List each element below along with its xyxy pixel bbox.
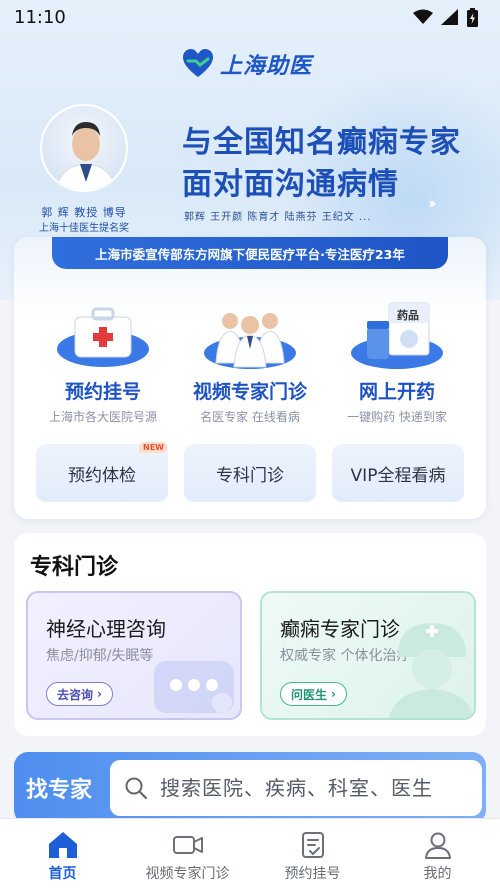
service-video-clinic[interactable]: 视频专家门诊 名医专家 在线看病 [175,299,325,425]
headline-line-2: 面对面沟通病情 [182,167,399,202]
service-online-pharmacy[interactable]: 药品 网上开药 一键购药 快递到家 [322,299,472,425]
chevron-right-icon: › [97,687,102,701]
quick-link-checkup[interactable]: 预约体检 NEW [36,442,168,502]
quick-link-label: VIP全程看病 [350,465,446,486]
tab-label: 我的 [423,866,452,882]
service-appointment[interactable]: 预约挂号 上海市各大医院号源 [28,299,178,425]
doctor-name: 郭 辉 教授 博导 [41,206,127,219]
medicine-box-label: 药品 [397,309,419,322]
chat-bubble-icon [154,661,234,715]
quick-link-label: 专科门诊 [216,465,284,486]
tab-register[interactable]: 预约挂号 [250,819,375,889]
double-chevron-icon: ››› [428,196,437,212]
search-box[interactable] [110,760,482,816]
specialty-card-title: 神经心理咨询 [46,617,166,641]
brand-logo: 上海助医 [182,48,312,80]
specialty-section: 专科门诊 神经心理咨询 焦虑/抑郁/失眠等 去咨询 › 癫痫专家门诊 权威专家 … [14,533,486,736]
brand-name: 上海助医 [220,54,313,79]
find-expert-label: 找专家 [26,778,93,803]
wifi-icon [413,9,433,24]
specialty-card-neuro-psych[interactable]: 神经心理咨询 焦虑/抑郁/失眠等 去咨询 › [26,591,242,720]
specialty-card-epilepsy[interactable]: 癫痫专家门诊 权威专家 个体化治疗 问医生 › [260,591,476,720]
hero-headline: 与全国知名癫痫专家 面对面沟通病情 [182,122,461,206]
service-subtitle: 名医专家 在线看病 [200,410,300,424]
specialty-card-subtitle: 焦虑/抑郁/失眠等 [46,648,154,664]
status-bar: 11:10 [0,0,500,34]
bottom-tab-bar: 首页 视频专家门诊 预约挂号 我的 [0,818,500,889]
quick-link-vip[interactable]: VIP全程看病 [332,444,464,502]
doctor-portrait [40,104,128,192]
doctor-award: 上海十佳医生提名奖 [39,223,129,234]
tab-profile[interactable]: 我的 [375,819,500,889]
user-icon [424,832,451,859]
first-aid-kit-icon [55,299,151,371]
battery-charging-icon [467,7,478,27]
platform-ribbon: 上海市委宣传部东方网旗下便民医疗平台·专注医疗23年 [52,237,448,269]
tab-video-clinic[interactable]: 视频专家门诊 [125,819,250,889]
quick-link-specialty[interactable]: 专科门诊 [184,444,316,502]
service-subtitle: 一键购药 快递到家 [347,410,447,424]
register-form-icon [301,832,324,858]
services-card: 上海市委宣传部东方网旗下便民医疗平台·专注医疗23年 预约挂号 上海市各大医院号… [14,237,486,519]
headline-line-1: 与全国知名癫痫专家 [182,125,461,160]
video-camera-icon [172,836,203,854]
consult-button[interactable]: 去咨询 › [46,682,113,706]
nurse-icon [388,623,474,718]
expert-names: 郭辉 王开颜 陈育才 陆燕芬 王纪文 ... [184,212,372,223]
home-icon [48,832,77,858]
new-badge: NEW [139,442,168,453]
ask-doctor-button-label: 问医生 [291,687,328,702]
service-subtitle: 上海市各大医院号源 [48,410,157,424]
specialty-card-title: 癫痫专家门诊 [280,617,400,641]
doctors-group-icon [202,299,298,371]
status-time: 11:10 [14,6,66,28]
chevron-right-icon: › [331,687,336,701]
specialty-title: 专科门诊 [30,555,119,580]
tab-label: 视频专家门诊 [145,866,230,882]
cellular-signal-icon [441,9,458,25]
tab-label: 首页 [48,866,77,882]
tab-home[interactable]: 首页 [0,819,125,889]
ask-doctor-button[interactable]: 问医生 › [280,682,347,706]
medicine-box-icon: 药品 [349,299,445,371]
service-title: 视频专家门诊 [192,381,307,403]
quick-link-label: 预约体检 [68,465,136,486]
find-expert-bar: 找专家 [14,752,486,824]
search-input[interactable] [160,776,470,800]
heart-hand-icon [182,49,214,79]
service-title: 预约挂号 [64,381,141,403]
service-title: 网上开药 [358,381,435,403]
tab-label: 预约挂号 [284,866,341,882]
consult-button-label: 去咨询 [57,687,94,702]
search-icon [125,777,148,800]
